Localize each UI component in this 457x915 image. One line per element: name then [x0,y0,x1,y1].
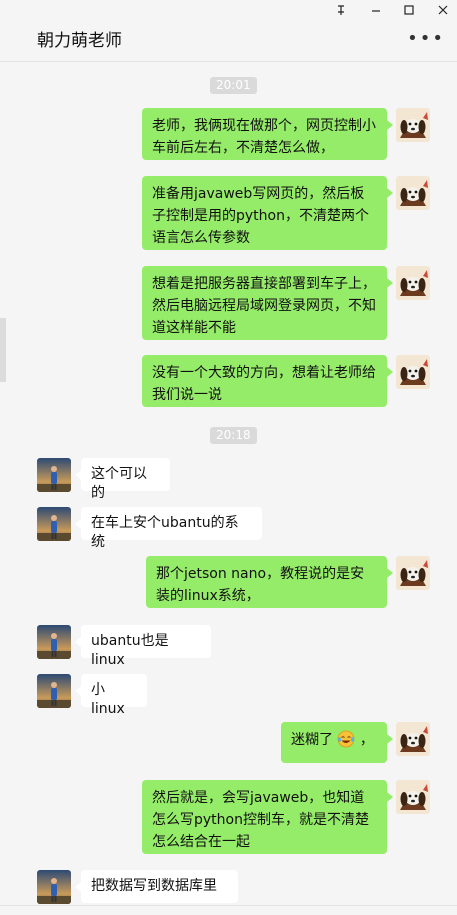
message-bubble-received[interactable]: 小linux [75,674,147,717]
more-options-icon[interactable]: ••• [407,28,445,49]
message-bubble-sent[interactable]: 没有一个大致的方向，想着让老师给我们说一说 [142,355,393,407]
message-bubble-sent[interactable]: 想着是把服务器直接部署到车子上，然后电脑远程局域网登录网页，不知道这样能不能 [142,266,393,340]
contact-avatar[interactable] [37,674,71,708]
message-bubble-sent[interactable]: 老师，我俩现在做那个，网页控制小车前后左右，不清楚怎么做， [142,108,393,160]
message-bubble-received[interactable]: 把数据写到数据库里 [75,870,238,903]
message-bubble-sent[interactable]: 准备用javaweb写网页的，然后板子控制是用的python，不清楚两个语言怎么… [142,176,393,250]
message-bubble-sent[interactable]: 迷糊了 ， [281,722,393,763]
my-avatar[interactable] [396,722,430,756]
timestamp-badge: 20:18 [210,427,257,444]
contact-avatar[interactable] [37,458,71,492]
my-avatar[interactable] [396,266,430,300]
message-bubble-received[interactable]: 这个可以的 [75,458,170,501]
message-text: 迷糊了 [291,732,333,748]
contact-avatar[interactable] [37,625,71,659]
my-avatar[interactable] [396,176,430,210]
message-text: ， [359,732,374,748]
my-avatar[interactable] [396,780,430,814]
pin-icon[interactable] [331,4,351,19]
my-avatar[interactable] [396,355,430,389]
timestamp-badge: 20:01 [210,77,257,94]
chat-title-bar: 朝力萌老师 ••• [0,0,457,62]
contact-avatar[interactable] [37,870,71,904]
chat-title: 朝力萌老师 [37,31,122,51]
message-bubble-sent[interactable]: 然后就是，会写javaweb，也知道怎么写python控制车，就是不清楚怎么结合… [142,780,393,854]
message-bubble-received[interactable]: ubantu也是linux [75,625,211,668]
message-bubble-received[interactable]: 在车上安个ubantu的系统 [75,507,262,550]
my-avatar[interactable] [396,556,430,590]
close-icon[interactable] [433,4,453,19]
maximize-icon[interactable] [399,4,419,19]
contact-avatar[interactable] [37,507,71,541]
message-bubble-sent[interactable]: 那个jetson nano，教程说的是安装的linux系统， [146,556,393,608]
my-avatar[interactable] [396,108,430,142]
scrollbar-thumb[interactable] [0,318,6,382]
minimize-icon[interactable] [366,4,386,19]
tears-of-joy-emoji-icon [337,730,355,748]
